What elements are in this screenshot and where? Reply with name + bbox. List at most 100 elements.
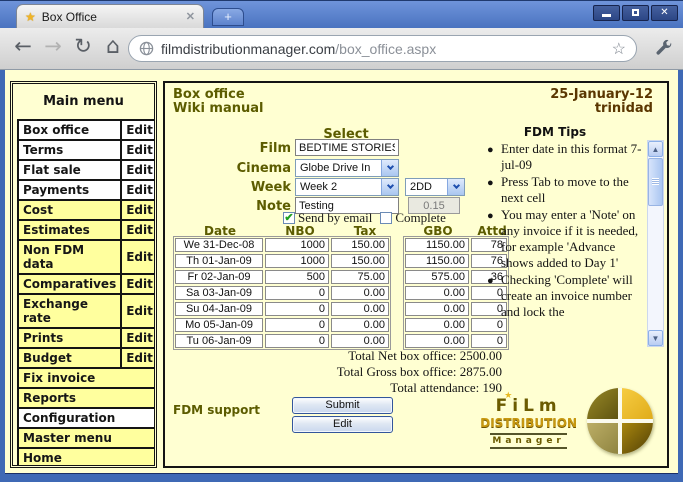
chevron-down-icon[interactable]	[447, 179, 464, 195]
scrollbar-thumb[interactable]	[648, 158, 663, 206]
close-button[interactable]: ✕	[651, 5, 678, 21]
sidebar-item-reports[interactable]: Reports	[18, 388, 157, 408]
wiki-manual-link[interactable]: Wiki manual	[173, 101, 263, 116]
browser-tab[interactable]: ★ Box Office ✕	[16, 4, 204, 28]
total-gross: Total Gross box office: 2875.00	[337, 364, 502, 380]
sidebar-item-prints[interactable]: Prints	[18, 328, 121, 348]
tax-cell[interactable]: 0.00	[331, 318, 389, 332]
complete-checkbox[interactable]	[380, 212, 392, 224]
edit-button[interactable]: Edit	[292, 416, 393, 433]
sidebar-item-flat-sale[interactable]: Flat sale	[18, 160, 121, 180]
edit-link[interactable]: Edit	[121, 220, 157, 240]
sidebar-item-non-fdm-data[interactable]: Non FDM data	[18, 240, 121, 274]
date-cell: Th 01-Jan-09	[175, 254, 263, 268]
new-tab-button[interactable]: +	[212, 8, 244, 26]
format-select[interactable]: 2DD	[405, 178, 465, 196]
tax-cell[interactable]: 150.00	[331, 238, 389, 252]
edit-link[interactable]: Edit	[121, 200, 157, 220]
sidebar-item-cost[interactable]: Cost	[18, 200, 121, 220]
tax-cell[interactable]: 150.00	[331, 254, 389, 268]
edit-link[interactable]: Edit	[121, 328, 157, 348]
nbo-cell[interactable]: 500	[265, 270, 329, 284]
logo-circle-icon	[587, 388, 653, 454]
gbo-cell[interactable]: 0.00	[405, 286, 469, 300]
sidebar-item-budget[interactable]: Budget	[18, 348, 121, 368]
maximize-button[interactable]	[622, 5, 649, 21]
date-cell: We 31-Dec-08	[175, 238, 263, 252]
sidebar-item-payments[interactable]: Payments	[18, 180, 121, 200]
sidebar-item-box-office[interactable]: Box office	[18, 120, 121, 140]
note-label: Note	[171, 199, 291, 214]
sidebar-item-exchange-rate[interactable]: Exchange rate	[18, 294, 121, 328]
page-body: Main menu Box officeEdit TermsEdit Flat …	[5, 70, 678, 474]
send-by-email-checkbox[interactable]: ✔	[283, 212, 295, 224]
edit-link[interactable]: Edit	[121, 240, 157, 274]
gbo-cell[interactable]: 1150.00	[405, 238, 469, 252]
film-input[interactable]	[295, 139, 399, 156]
nbo-cell[interactable]: 0	[265, 286, 329, 300]
sidebar-item-comparatives[interactable]: Comparatives	[18, 274, 121, 294]
edit-link[interactable]: Edit	[121, 274, 157, 294]
nbo-cell[interactable]: 0	[265, 302, 329, 316]
sidebar-item-estimates[interactable]: Estimates	[18, 220, 121, 240]
logo-distribution-text: DISTRIBUTION	[480, 416, 577, 430]
main-menu-title: Main menu	[17, 94, 150, 109]
sidebar-item-fix-invoice[interactable]: Fix invoice	[18, 368, 157, 388]
wrench-menu-icon[interactable]	[655, 39, 673, 62]
edit-link[interactable]: Edit	[121, 120, 157, 140]
box-office-link[interactable]: Box office	[173, 87, 245, 102]
sidebar-item-home[interactable]: Home	[18, 448, 157, 468]
gbo-cell[interactable]: 0.00	[405, 318, 469, 332]
nbo-cell[interactable]: 1000	[265, 254, 329, 268]
bullet-icon: ●	[487, 207, 501, 271]
sidebar-item-terms[interactable]: Terms	[18, 140, 121, 160]
fdm-logo: FiLm★ DISTRIBUTION Manager	[489, 388, 657, 458]
tips-scrollbar[interactable]: ▲ ▼	[647, 140, 664, 347]
week-select[interactable]: Week 2	[295, 178, 399, 196]
edit-link[interactable]: Edit	[121, 160, 157, 180]
sidebar-item-configuration[interactable]: Configuration	[18, 408, 157, 428]
edit-link[interactable]: Edit	[121, 140, 157, 160]
home-button[interactable]: ⌂	[100, 34, 126, 59]
tab-title: Box Office	[42, 10, 180, 24]
logo-manager-text: Manager	[490, 433, 567, 449]
nbo-cell[interactable]: 1000	[265, 238, 329, 252]
table-row: Tu 06-Jan-0900.00	[175, 334, 389, 348]
gbo-cell[interactable]: 0.00	[405, 302, 469, 316]
edit-link[interactable]: Edit	[121, 180, 157, 200]
chevron-down-icon[interactable]	[381, 179, 398, 195]
scroll-up-icon[interactable]: ▲	[648, 141, 663, 157]
edit-link[interactable]: Edit	[121, 348, 157, 368]
reload-button[interactable]: ↻	[70, 34, 96, 58]
table-row: Mo 05-Jan-0900.00	[175, 318, 389, 332]
tab-close-icon[interactable]: ✕	[186, 10, 195, 23]
gbo-cell[interactable]: 0.00	[405, 334, 469, 348]
address-bar[interactable]: filmdistributionmanager.com/box_office.a…	[128, 35, 637, 62]
logo-star-icon: ★	[504, 391, 517, 401]
gbo-cell[interactable]: 1150.00	[405, 254, 469, 268]
fdm-support-link[interactable]: FDM support	[173, 403, 260, 417]
tax-cell[interactable]: 0.00	[331, 286, 389, 300]
chevron-down-icon[interactable]	[381, 160, 398, 176]
back-button[interactable]: ←	[10, 34, 36, 58]
minimize-button[interactable]	[593, 5, 620, 21]
browser-titlebar: ★ Box Office ✕ + ✕	[0, 0, 683, 28]
submit-button[interactable]: Submit	[292, 397, 393, 414]
forward-button[interactable]: →	[40, 34, 66, 58]
film-label: Film	[171, 141, 291, 156]
scroll-down-icon[interactable]: ▼	[648, 330, 663, 346]
tax-cell[interactable]: 0.00	[331, 334, 389, 348]
bookmark-star-icon[interactable]: ☆	[612, 39, 626, 59]
nbo-cell[interactable]: 0	[265, 318, 329, 332]
nbo-cell[interactable]: 0	[265, 334, 329, 348]
edit-link[interactable]: Edit	[121, 294, 157, 328]
date-cell: Fr 02-Jan-09	[175, 270, 263, 284]
gbo-cell[interactable]: 575.00	[405, 270, 469, 284]
tax-cell[interactable]: 0.00	[331, 302, 389, 316]
tax-cell[interactable]: 75.00	[331, 270, 389, 284]
globe-icon	[139, 41, 154, 56]
cinema-select[interactable]: Globe Drive In	[295, 159, 399, 177]
table-row: Th 01-Jan-091000150.00	[175, 254, 389, 268]
favicon-star-icon: ★	[25, 10, 36, 24]
sidebar-item-master-menu[interactable]: Master menu	[18, 428, 157, 448]
